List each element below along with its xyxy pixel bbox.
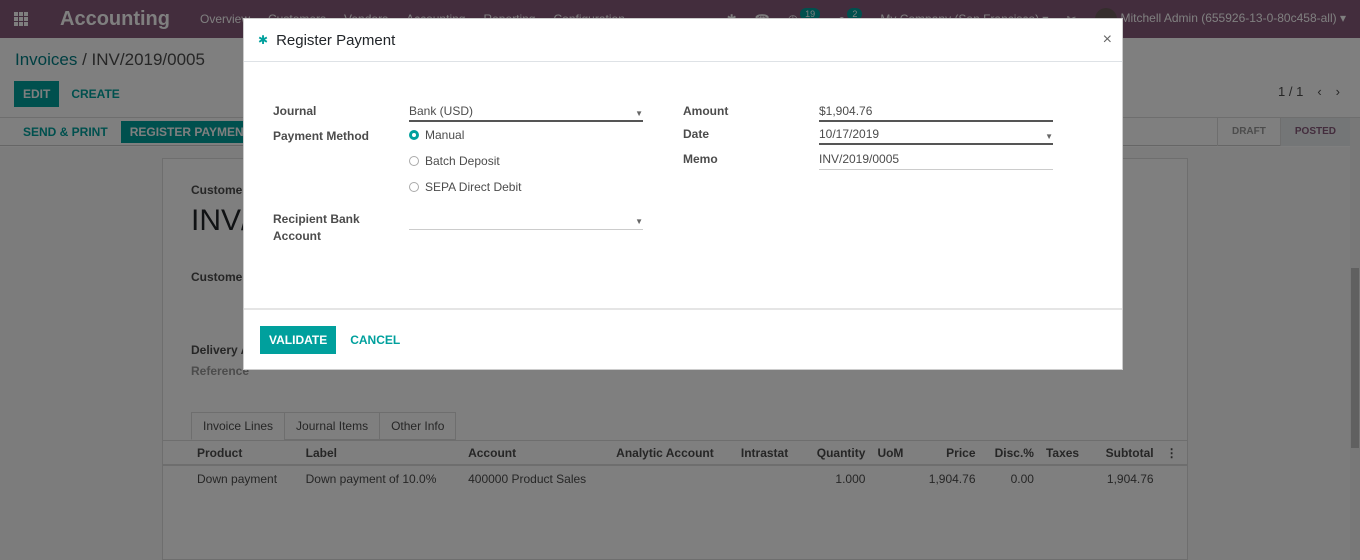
- modal-footer: VALIDATE CANCEL: [244, 308, 1122, 370]
- memo-value: INV/2019/0005: [819, 152, 900, 166]
- payment-method-batch-deposit[interactable]: Batch Deposit: [409, 154, 500, 168]
- date-input[interactable]: 10/17/2019 ▼: [819, 126, 1053, 145]
- date-label: Date: [683, 127, 710, 141]
- modal-title: Register Payment: [276, 31, 396, 49]
- payment-method-sepa[interactable]: SEPA Direct Debit: [409, 180, 521, 194]
- recipient-bank-label: Recipient Bank Account: [273, 212, 360, 243]
- radio-selected-icon: [409, 130, 419, 140]
- payment-method-manual[interactable]: Manual: [409, 128, 464, 142]
- payment-method-batch-label: Batch Deposit: [425, 154, 500, 168]
- register-payment-dialog: ✱ Register Payment × Journal Bank (USD) …: [243, 18, 1123, 370]
- cancel-button[interactable]: CANCEL: [342, 327, 408, 353]
- amount-input[interactable]: $1,904.76: [819, 103, 1053, 122]
- modal-body: Journal Bank (USD) ▼ Payment Method Manu…: [244, 63, 1122, 308]
- chevron-down-icon: ▼: [635, 109, 643, 118]
- chevron-down-icon: ▼: [635, 217, 643, 226]
- bug-icon: ✱: [258, 33, 269, 47]
- chevron-down-icon: ▼: [1045, 132, 1053, 141]
- memo-label: Memo: [683, 152, 718, 166]
- modal-header: ✱ Register Payment ×: [244, 19, 1122, 62]
- memo-input[interactable]: INV/2019/0005: [819, 151, 1053, 170]
- payment-method-sepa-label: SEPA Direct Debit: [425, 180, 522, 194]
- journal-label: Journal: [273, 104, 317, 118]
- close-icon[interactable]: ×: [1103, 31, 1112, 49]
- payment-method-label: Payment Method: [273, 129, 370, 143]
- recipient-bank-select[interactable]: ▼: [409, 211, 643, 230]
- radio-unselected-icon: [409, 156, 419, 166]
- radio-unselected-icon: [409, 182, 419, 192]
- journal-select[interactable]: Bank (USD) ▼: [409, 103, 643, 122]
- amount-value: $1,904.76: [819, 104, 873, 118]
- payment-method-manual-label: Manual: [425, 128, 465, 142]
- journal-value: Bank (USD): [409, 104, 474, 118]
- validate-button[interactable]: VALIDATE: [260, 326, 337, 354]
- date-value: 10/17/2019: [819, 127, 880, 141]
- amount-label: Amount: [683, 104, 729, 118]
